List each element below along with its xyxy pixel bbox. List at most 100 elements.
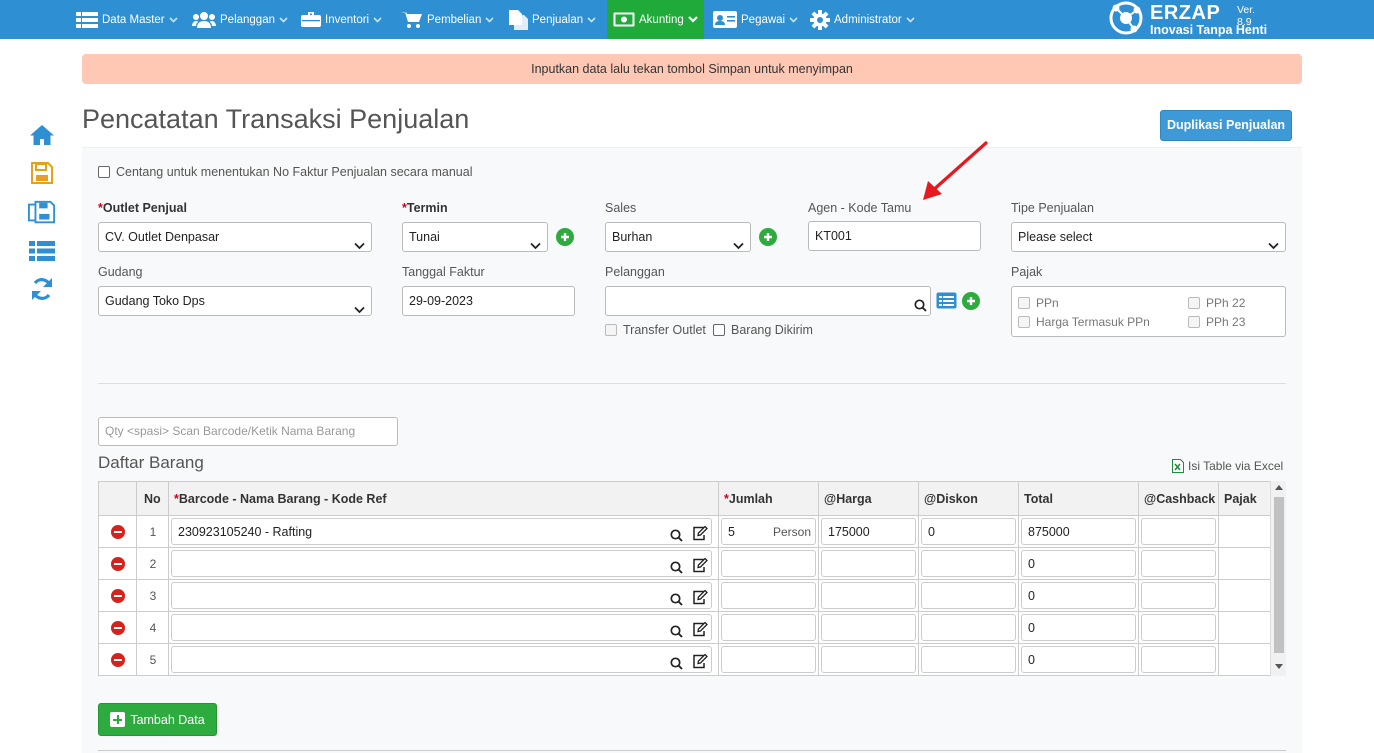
edit-icon[interactable] xyxy=(692,524,708,544)
pajak-option-label: PPh 22 xyxy=(1206,296,1246,310)
harga-input[interactable] xyxy=(821,550,916,577)
edit-icon[interactable] xyxy=(692,620,708,640)
total-input[interactable]: 0 xyxy=(1021,646,1136,673)
checkbox[interactable] xyxy=(1018,316,1030,328)
table-cell xyxy=(1219,612,1271,644)
barang-dikirim-checkbox[interactable]: Barang Dikirim xyxy=(713,323,813,337)
remove-row-icon[interactable] xyxy=(111,525,125,539)
diskon-input[interactable] xyxy=(921,550,1016,577)
cashback-input[interactable] xyxy=(1141,646,1216,673)
search-icon[interactable] xyxy=(670,525,683,544)
customer-list-icon[interactable] xyxy=(936,292,957,312)
table-scrollbar[interactable] xyxy=(1270,481,1286,676)
total-input[interactable]: 0 xyxy=(1021,550,1136,577)
cashback-input[interactable] xyxy=(1141,614,1216,641)
harga-input[interactable] xyxy=(821,646,916,673)
outlet-select[interactable]: CV. Outlet Denpasar xyxy=(98,222,372,252)
cashback-input[interactable] xyxy=(1141,518,1216,545)
barang-input[interactable] xyxy=(171,614,712,641)
edit-icon[interactable] xyxy=(692,556,708,576)
nav-pegawai[interactable]: Pegawai xyxy=(713,0,798,39)
jumlah-input[interactable]: 5 Person xyxy=(721,518,816,545)
table-cell: 230923105240 - Rafting xyxy=(169,516,719,548)
edit-icon[interactable] xyxy=(692,652,708,672)
add-sales-icon[interactable] xyxy=(759,228,777,246)
search-icon[interactable] xyxy=(670,557,683,576)
cashback-input[interactable] xyxy=(1141,550,1216,577)
pajak-pph22-checkbox[interactable]: PPh 22 xyxy=(1188,296,1245,310)
nav-akunting[interactable]: Akunting xyxy=(607,0,704,39)
barang-input[interactable]: 230923105240 - Rafting xyxy=(171,518,712,545)
harga-input[interactable] xyxy=(821,582,916,609)
excel-import-link[interactable]: Isi Table via Excel xyxy=(1172,459,1283,473)
remove-row-icon[interactable] xyxy=(111,589,125,603)
checkbox[interactable] xyxy=(98,166,110,178)
search-icon[interactable] xyxy=(670,589,683,608)
harga-input[interactable]: 175000 xyxy=(821,518,916,545)
scroll-down-icon[interactable] xyxy=(1275,663,1283,669)
sales-select[interactable]: Burhan xyxy=(605,222,751,252)
jumlah-input[interactable] xyxy=(721,646,816,673)
harga-input[interactable] xyxy=(821,614,916,641)
barang-input[interactable] xyxy=(171,582,712,609)
total-input[interactable]: 0 xyxy=(1021,582,1136,609)
duplicate-sale-button[interactable]: Duplikasi Penjualan xyxy=(1160,110,1292,141)
brand-logo[interactable]: ERZAP Inovasi Tanpa Henti Ver. 8.9 xyxy=(1108,1,1267,38)
pajak-ppn-checkbox[interactable]: PPn xyxy=(1018,296,1059,310)
nav-inventori[interactable]: Inventori xyxy=(301,0,382,39)
nav-pelanggan[interactable]: Pelanggan xyxy=(192,0,288,39)
refresh-icon[interactable] xyxy=(28,276,56,302)
checkbox[interactable] xyxy=(605,324,617,336)
divider xyxy=(98,383,1286,384)
save-as-icon[interactable] xyxy=(28,200,56,226)
remove-row-icon[interactable] xyxy=(111,653,125,667)
tanggal-faktur-input[interactable]: 29-09-2023 xyxy=(402,286,575,316)
barang-input[interactable] xyxy=(171,646,712,673)
search-icon[interactable] xyxy=(670,621,683,640)
nav-administrator[interactable]: Administrator xyxy=(810,0,915,39)
checkbox[interactable] xyxy=(1188,297,1200,309)
scrollbar-thumb[interactable] xyxy=(1274,497,1284,653)
add-termin-icon[interactable] xyxy=(556,228,574,246)
cashback-input[interactable] xyxy=(1141,582,1216,609)
pelanggan-input[interactable] xyxy=(605,286,931,316)
transfer-outlet-checkbox[interactable]: Transfer Outlet xyxy=(605,323,706,337)
search-icon[interactable] xyxy=(670,653,683,672)
agen-kode-tamu-input[interactable]: KT001 xyxy=(808,221,981,251)
termin-select[interactable]: Tunai xyxy=(402,222,548,252)
total-input[interactable]: 875000 xyxy=(1021,518,1136,545)
barang-input[interactable] xyxy=(171,550,712,577)
list-icon[interactable] xyxy=(28,238,56,264)
nav-pembelian[interactable]: Pembelian xyxy=(401,0,494,39)
table-cell: 175000 xyxy=(819,516,919,548)
jumlah-input[interactable] xyxy=(721,550,816,577)
manual-invoice-checkbox[interactable]: Centang untuk menentukan No Faktur Penju… xyxy=(98,165,472,179)
pajak-pph23-checkbox[interactable]: PPh 23 xyxy=(1188,315,1245,329)
total-input[interactable]: 0 xyxy=(1021,614,1136,641)
save-icon[interactable] xyxy=(28,160,56,186)
home-icon[interactable] xyxy=(28,122,56,148)
jumlah-input[interactable] xyxy=(721,614,816,641)
diskon-input[interactable]: 0 xyxy=(921,518,1016,545)
add-customer-icon[interactable] xyxy=(962,292,980,310)
edit-icon[interactable] xyxy=(692,588,708,608)
checkbox[interactable] xyxy=(1018,297,1030,309)
nav-penjualan[interactable]: Penjualan xyxy=(508,0,596,39)
scroll-up-icon[interactable] xyxy=(1275,485,1283,491)
diskon-input[interactable] xyxy=(921,614,1016,641)
jumlah-input[interactable] xyxy=(721,582,816,609)
remove-row-icon[interactable] xyxy=(111,621,125,635)
diskon-input[interactable] xyxy=(921,646,1016,673)
add-row-button[interactable]: Tambah Data xyxy=(98,703,217,736)
search-icon[interactable] xyxy=(914,294,927,315)
scan-barcode-input[interactable]: Qty <spasi> Scan Barcode/Ketik Nama Bara… xyxy=(98,417,398,446)
tipe-penjualan-select[interactable]: Please select xyxy=(1011,222,1286,252)
diskon-input[interactable] xyxy=(921,582,1016,609)
nav-data-master[interactable]: Data Master xyxy=(76,0,178,39)
checkbox[interactable] xyxy=(713,324,725,336)
remove-row-icon[interactable] xyxy=(111,557,125,571)
pajak-harga-termasuk-ppn-checkbox[interactable]: Harga Termasuk PPn xyxy=(1018,315,1150,329)
column-header-action xyxy=(99,482,137,516)
checkbox[interactable] xyxy=(1188,316,1200,328)
gudang-select[interactable]: Gudang Toko Dps xyxy=(98,286,372,316)
